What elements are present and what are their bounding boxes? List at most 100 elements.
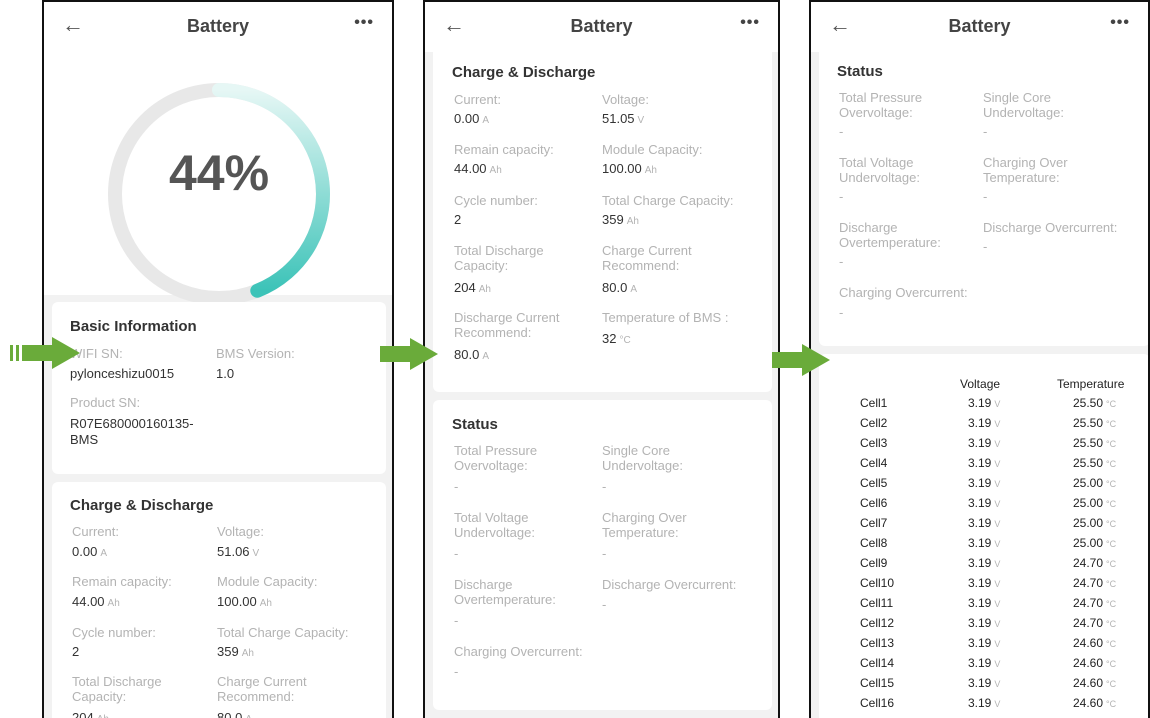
remain-capacity-label: Remain capacity:	[454, 142, 554, 157]
cell-voltage: 3.19 V	[968, 456, 1001, 470]
arrow-right-icon	[380, 338, 438, 370]
cell-temperature: 24.60 °C	[1073, 636, 1117, 650]
cell-temperature: 24.60 °C	[1073, 696, 1117, 710]
remain-capacity-label: Remain capacity:	[72, 574, 172, 589]
cell-voltage: 3.19 V	[968, 396, 1001, 410]
total-discharge-capacity-label: Total Discharge Capacity:	[454, 243, 544, 273]
charging-over-temperature-label: Charging Over Temperature:	[602, 510, 687, 540]
temperature-column-header: Temperature	[1057, 377, 1125, 391]
voltage-column-header: Voltage	[960, 377, 1001, 391]
total-charge-capacity-label: Total Charge Capacity:	[217, 625, 349, 640]
cell-temperature: 24.60 °C	[1073, 656, 1117, 670]
status-card: Status Total Pressure Overvoltage: - Sing…	[433, 400, 772, 710]
charge-current-recommend-label: Charge Current Recommend:	[602, 243, 692, 273]
cell-name: Cell3	[860, 436, 888, 450]
more-options-icon[interactable]: •••	[1110, 14, 1130, 32]
charging-overcurrent-value: -	[454, 664, 459, 679]
bms-temperature-label: Temperature of BMS :	[602, 310, 729, 325]
more-options-icon[interactable]: •••	[740, 14, 760, 32]
total-pressure-overvoltage-label: Total Pressure Overvoltage:	[839, 90, 923, 120]
charge-current-recommend-label: Charge Current Recommend:	[217, 674, 307, 704]
bms-version-value: 1.0	[216, 366, 235, 381]
voltage-label: Voltage:	[217, 524, 264, 539]
cell-name: Cell1	[860, 396, 888, 410]
cell-name: Cell16	[860, 696, 895, 710]
cell-temperature: 24.70 °C	[1073, 556, 1117, 570]
soc-percentage: 44%	[168, 145, 270, 201]
discharge-overtemperature-value: -	[839, 254, 844, 269]
product-sn-value-line2: BMS	[70, 432, 99, 447]
discharge-overcurrent-label: Discharge Overcurrent:	[602, 577, 737, 592]
charging-overcurrent-value: -	[839, 305, 844, 320]
cell-voltage: 3.19 V	[968, 556, 1001, 570]
total-discharge-capacity-value: 204Ah	[454, 280, 491, 295]
cell-temperature: 25.50 °C	[1073, 456, 1117, 470]
card-title: Status	[452, 416, 498, 433]
bms-version-label: BMS Version:	[216, 346, 295, 361]
module-capacity-label: Module Capacity:	[602, 142, 703, 157]
total-pressure-overvoltage-label: Total Pressure Overvoltage:	[454, 443, 538, 473]
cell-temperature: 24.70 °C	[1073, 576, 1117, 590]
cell-voltage: 3.19 V	[968, 596, 1001, 610]
cell-voltage: 3.19 V	[968, 696, 1001, 710]
wifi-sn-value: pylonceshizu0015	[70, 366, 175, 381]
cell-name: Cell6	[860, 496, 888, 510]
cell-voltage: 3.19 V	[968, 636, 1001, 650]
card-title: Charge & Discharge	[452, 64, 596, 81]
page-title: Battery	[570, 16, 633, 36]
arrow-right-icon	[772, 344, 830, 376]
screen-status-cells: ← Battery ••• Status Total Pressure Overv…	[809, 0, 1150, 718]
total-charge-capacity-value: 359 Ah	[217, 644, 254, 659]
cell-temperature: 24.70 °C	[1073, 596, 1117, 610]
total-discharge-capacity-label: Total Discharge Capacity:	[72, 674, 162, 704]
bms-temperature-value: 32 °C	[602, 331, 631, 346]
cell-voltage: 3.19 V	[968, 576, 1001, 590]
charge-discharge-card: Charge & Discharge Current: 0.00 A Voltag…	[52, 482, 386, 718]
status-card: Status Total Pressure Overvoltage: - Sing…	[819, 44, 1148, 346]
total-discharge-capacity-value: 204Ah	[72, 710, 109, 718]
cell-name: Cell4	[860, 456, 888, 470]
current-value: 0.00 A	[454, 111, 489, 126]
arrow-right-icon	[10, 337, 80, 369]
cell-voltage: 3.19 V	[968, 656, 1001, 670]
cell-temperature: 24.60 °C	[1073, 676, 1117, 690]
total-charge-capacity-value: 359 Ah	[602, 212, 639, 227]
charging-over-temperature-value: -	[602, 546, 607, 561]
cell-voltage: 3.19 V	[968, 616, 1001, 630]
cell-temperature: 25.00 °C	[1073, 516, 1117, 530]
remain-capacity-value: 44.00 Ah	[72, 594, 120, 609]
app-header: ← Battery •••	[44, 2, 392, 52]
charging-over-temperature-value: -	[983, 189, 988, 204]
cell-name: Cell5	[860, 476, 888, 490]
cell-voltage: 3.19 V	[968, 416, 1001, 430]
cell-voltage: 3.19 V	[968, 476, 1001, 490]
discharge-overcurrent-value: -	[602, 597, 607, 612]
card-title: Basic Information	[70, 318, 197, 335]
discharge-overtemperature-value: -	[454, 613, 459, 628]
cell-temperature: 25.00 °C	[1073, 496, 1117, 510]
module-capacity-value: 100.00 Ah	[602, 161, 657, 176]
cell-name: Cell11	[860, 596, 894, 610]
cell-name: Cell2	[860, 416, 888, 430]
current-value: 0.00 A	[72, 544, 107, 559]
module-capacity-label: Module Capacity:	[217, 574, 318, 589]
cell-temperature: 24.70 °C	[1073, 616, 1117, 630]
total-voltage-undervoltage-value: -	[839, 189, 844, 204]
charge-current-recommend-value: 80.0A	[602, 280, 637, 295]
screen-charge-discharge: ← Battery ••• Charge & Discharge Current…	[423, 0, 780, 718]
discharge-overcurrent-value: -	[983, 239, 988, 254]
charging-overcurrent-label: Charging Overcurrent:	[454, 644, 583, 659]
cell-voltage: 3.19 V	[968, 436, 1001, 450]
more-options-icon[interactable]: •••	[354, 14, 374, 32]
cell-name: Cell15	[860, 676, 895, 690]
card-title: Status	[837, 63, 883, 80]
total-charge-capacity-label: Total Charge Capacity:	[602, 193, 734, 208]
single-core-undervoltage-value: -	[983, 124, 988, 139]
total-voltage-undervoltage-label: Total Voltage Undervoltage:	[454, 510, 535, 540]
cell-name: Cell14	[860, 656, 895, 670]
cell-name: Cell12	[860, 616, 895, 630]
cell-name: Cell9	[860, 556, 888, 570]
product-sn-label: Product SN:	[70, 395, 141, 410]
cell-temperature: 25.50 °C	[1073, 396, 1117, 410]
page-title: Battery	[186, 16, 250, 36]
